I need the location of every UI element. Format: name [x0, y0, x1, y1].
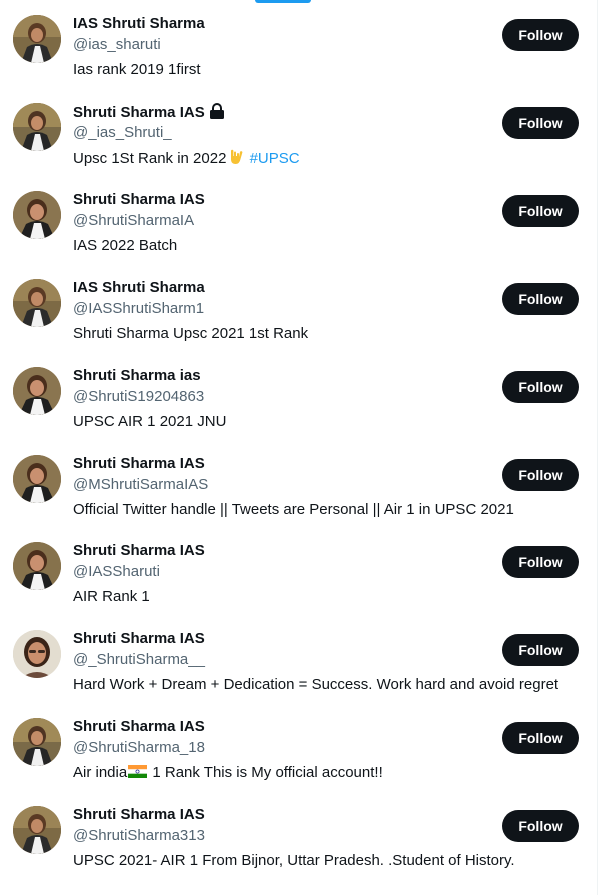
- follow-button[interactable]: Follow: [502, 722, 579, 754]
- display-name[interactable]: Shruti Sharma IAS: [73, 542, 205, 560]
- user-handle[interactable]: @ias_sharuti: [73, 36, 161, 54]
- display-name-text: Shruti Sharma IAS: [73, 104, 205, 121]
- user-bio: IAS 2022 Batch: [73, 237, 178, 254]
- follow-button[interactable]: Follow: [502, 195, 579, 227]
- hashtag-link[interactable]: #UPSC: [250, 150, 300, 167]
- follow-button[interactable]: Follow: [502, 810, 579, 842]
- user-bio: Upsc 1St Rank in 2022 #UPSC: [73, 148, 300, 172]
- display-name[interactable]: Shruti Sharma IAS: [73, 103, 226, 124]
- user-cell[interactable]: IAS Shruti Sharma @ias_sharuti Ias rank …: [0, 0, 597, 88]
- avatar-photo-icon[interactable]: [13, 279, 61, 327]
- user-cell[interactable]: Shruti Sharma IAS @MShrutiSarmaIAS Offic…: [0, 440, 597, 528]
- india-flag-icon: [128, 764, 148, 778]
- bio-text: 1 Rank This is My official account!!: [148, 764, 383, 781]
- avatar-photo-icon[interactable]: [13, 15, 61, 63]
- user-bio: AIR Rank 1: [73, 588, 150, 605]
- user-cell[interactable]: Shruti Sharma IAS @ShrutiSharma313 UPSC …: [0, 791, 597, 879]
- avatar-photo-icon[interactable]: [13, 542, 61, 590]
- display-name[interactable]: IAS Shruti Sharma: [73, 279, 205, 297]
- who-to-follow-panel: IAS Shruti Sharma @ias_sharuti Ias rank …: [0, 0, 598, 895]
- follow-button[interactable]: Follow: [502, 371, 579, 403]
- avatar-photo-icon[interactable]: [13, 191, 61, 239]
- user-handle[interactable]: @ShrutiSharma_18: [73, 739, 205, 757]
- avatar-photo-icon[interactable]: [13, 718, 61, 766]
- display-name[interactable]: Shruti Sharma IAS: [73, 455, 205, 473]
- user-cell[interactable]: Shruti Sharma IAS @ShrutiSharma_18 Air i…: [0, 703, 597, 791]
- user-bio: Official Twitter handle || Tweets are Pe…: [73, 501, 514, 518]
- user-handle[interactable]: @MShrutiSarmaIAS: [73, 476, 208, 494]
- follow-button[interactable]: Follow: [502, 283, 579, 315]
- avatar-photo-icon[interactable]: [13, 367, 61, 415]
- avatar-photo-icon[interactable]: [13, 806, 61, 854]
- bio-text: Upsc 1St Rank in 2022: [73, 150, 227, 167]
- love-you-gesture-icon: [227, 148, 245, 172]
- user-bio: UPSC 2021- AIR 1 From Bijnor, Uttar Prad…: [73, 852, 515, 869]
- display-name[interactable]: Shruti Sharma IAS: [73, 806, 205, 824]
- avatar-photo-icon[interactable]: [13, 103, 61, 151]
- user-handle[interactable]: @_ias_Shruti_: [73, 124, 172, 142]
- display-name[interactable]: IAS Shruti Sharma: [73, 15, 205, 33]
- follow-button[interactable]: Follow: [502, 107, 579, 139]
- user-bio: Shruti Sharma Upsc 2021 1st Rank: [73, 325, 309, 342]
- user-handle[interactable]: @_ShrutiSharma__: [73, 651, 205, 669]
- user-cell[interactable]: Shruti Sharma IAS @ShrutiSharmaIA IAS 20…: [0, 176, 597, 264]
- follow-button[interactable]: Follow: [502, 459, 579, 491]
- display-name[interactable]: Shruti Sharma ias: [73, 367, 201, 385]
- follow-button[interactable]: Follow: [502, 634, 579, 666]
- display-name[interactable]: Shruti Sharma IAS: [73, 191, 205, 209]
- follow-button[interactable]: Follow: [502, 19, 579, 51]
- follow-button[interactable]: Follow: [502, 546, 579, 578]
- avatar-photo-icon[interactable]: [13, 455, 61, 503]
- user-cell[interactable]: Shruti Sharma IAS @_ShrutiSharma__ Hard …: [0, 615, 597, 703]
- user-bio: UPSC AIR 1 2021 JNU: [73, 413, 227, 430]
- avatar-photo-icon[interactable]: [13, 630, 61, 678]
- user-handle[interactable]: @ShrutiSharma313: [73, 827, 205, 845]
- user-cell[interactable]: Shruti Sharma IAS @_ias_Shruti_ Upsc 1St…: [0, 88, 597, 176]
- user-handle[interactable]: @IASSharuti: [73, 563, 160, 581]
- display-name[interactable]: Shruti Sharma IAS: [73, 718, 205, 736]
- lock-icon: [208, 103, 226, 124]
- user-handle[interactable]: @ShrutiSharmaIA: [73, 212, 194, 230]
- user-cell[interactable]: IAS Shruti Sharma @IASShrutiSharm1 Shrut…: [0, 264, 597, 352]
- user-cell[interactable]: Shruti Sharma IAS @IASSharuti AIR Rank 1…: [0, 527, 597, 615]
- user-bio: Air india 1 Rank This is My official acc…: [73, 763, 383, 783]
- user-handle[interactable]: @ShrutiS19204863: [73, 388, 204, 406]
- user-bio: Hard Work + Dream + Dedication = Success…: [73, 676, 559, 693]
- display-name[interactable]: Shruti Sharma IAS: [73, 630, 205, 648]
- user-bio: Ias rank 2019 1first: [73, 61, 201, 78]
- user-list: IAS Shruti Sharma @ias_sharuti Ias rank …: [0, 0, 597, 895]
- user-cell[interactable]: Shruti Sharma ias @ShrutiS19204863 UPSC …: [0, 352, 597, 440]
- bio-text: Air india: [73, 764, 128, 781]
- user-handle[interactable]: @IASShrutiSharm1: [73, 300, 204, 318]
